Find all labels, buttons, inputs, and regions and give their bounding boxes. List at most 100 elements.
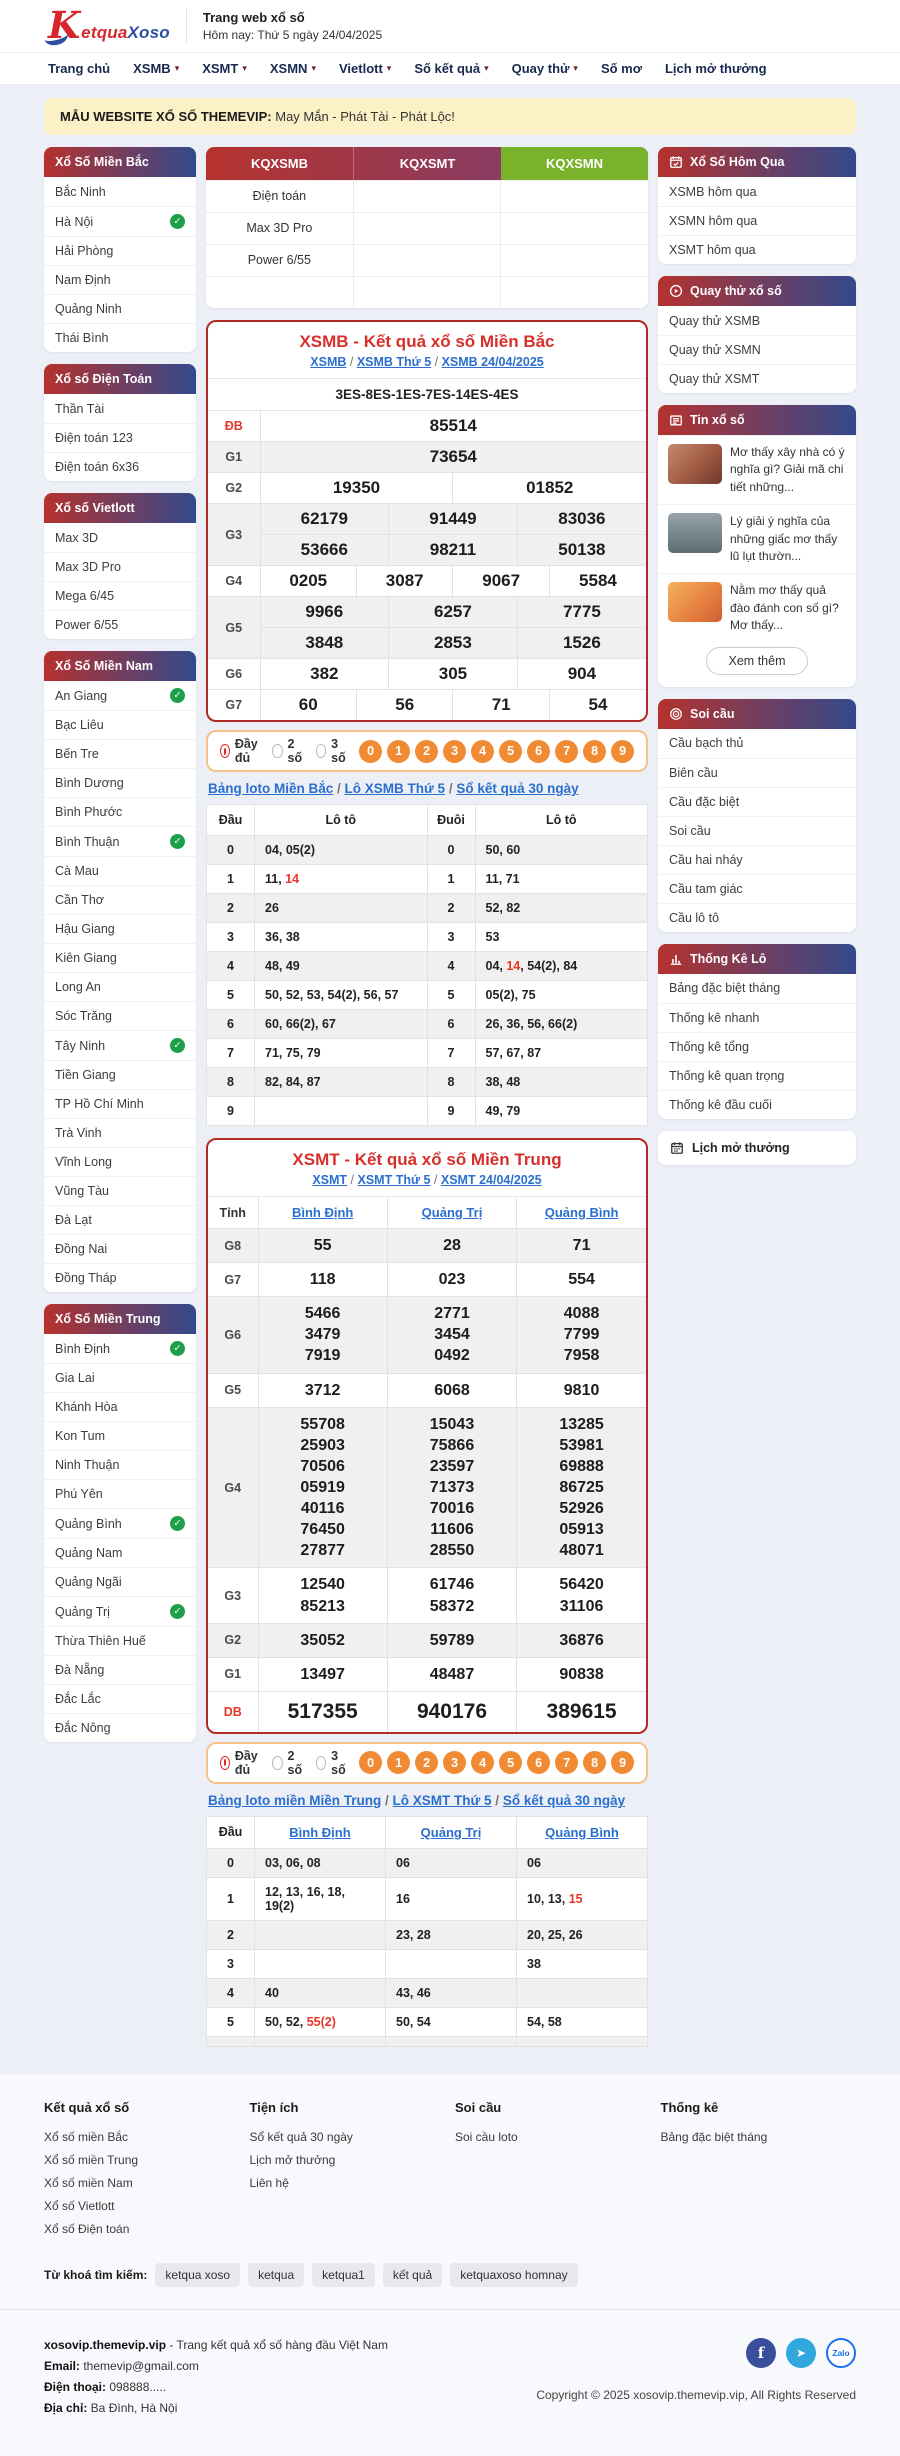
telegram-icon[interactable]: ➤ — [786, 2338, 816, 2368]
breadcrumb-link[interactable]: XSMB Thứ 5 — [357, 355, 431, 369]
radio-button[interactable] — [316, 1756, 327, 1770]
sidebar-item[interactable]: Quảng Bình✓ — [44, 1508, 196, 1538]
sidebar-item[interactable]: Mega 6/45 — [44, 581, 196, 610]
digit-button-1[interactable]: 1 — [387, 740, 410, 763]
sidebar-item[interactable]: Vĩnh Long — [44, 1147, 196, 1176]
digit-button-9[interactable]: 9 — [611, 1751, 634, 1774]
breadcrumb-link[interactable]: XSMB 24/04/2025 — [442, 355, 544, 369]
calendar-card[interactable]: Lịch mở thưởng — [658, 1131, 856, 1165]
filter-option[interactable]: 3 số — [316, 737, 350, 765]
digit-button-8[interactable]: 8 — [583, 740, 606, 763]
sidebar-item[interactable]: Đà Nẵng — [44, 1655, 196, 1684]
breadcrumb-link[interactable]: XSMT — [312, 1173, 347, 1187]
digit-button-5[interactable]: 5 — [499, 1751, 522, 1774]
sidebar-item[interactable]: Cầu tam giác — [658, 874, 856, 903]
sidebar-item[interactable]: Quay thử XSMT — [658, 364, 856, 393]
breadcrumb-link[interactable]: XSMT 24/04/2025 — [441, 1173, 542, 1187]
filter-option[interactable]: 3 số — [316, 1749, 350, 1777]
sidebar-item[interactable]: Điện toán 6x36 — [44, 452, 196, 481]
loto-nav-link[interactable]: Sổ kết quả 30 ngày — [503, 1793, 625, 1808]
sidebar-item[interactable]: XSMT hôm qua — [658, 235, 856, 264]
digit-button-6[interactable]: 6 — [527, 1751, 550, 1774]
news-item[interactable]: Nằm mơ thấy quả đào đánh con số gì? Mơ t… — [658, 573, 856, 642]
sidebar-item[interactable]: Power 6/55 — [44, 610, 196, 639]
footer-link[interactable]: Xổ số miền Bắc — [44, 2130, 240, 2144]
zalo-icon[interactable]: Zalo — [826, 2338, 856, 2368]
breadcrumb-link[interactable]: XSMT Thứ 5 — [358, 1173, 431, 1187]
loto-nav-link[interactable]: Sổ kết quả 30 ngày — [456, 781, 578, 796]
sidebar-item[interactable]: Khánh Hòa — [44, 1392, 196, 1421]
radio-button[interactable] — [272, 1756, 283, 1770]
sidebar-item[interactable]: Cà Mau — [44, 856, 196, 885]
nav-item-6[interactable]: Số kết quả▾ — [414, 61, 488, 76]
keyword-tag[interactable]: ketquaxoso homnay — [450, 2263, 577, 2287]
radio-button[interactable] — [220, 744, 230, 758]
sidebar-item[interactable]: Bình Dương — [44, 768, 196, 797]
facebook-icon[interactable]: f — [746, 2338, 776, 2368]
sidebar-item[interactable]: Trà Vinh — [44, 1118, 196, 1147]
sidebar-item[interactable]: Hải Phòng — [44, 236, 196, 265]
quick-row-label[interactable]: Power 6/55 — [206, 245, 353, 276]
sidebar-item[interactable]: Đắc Lắc — [44, 1684, 196, 1713]
sidebar-item[interactable]: Biên cầu — [658, 758, 856, 787]
footer-link[interactable]: Soi cầu loto — [455, 2130, 651, 2144]
sidebar-item[interactable]: Cầu bạch thủ — [658, 729, 856, 758]
sidebar-item[interactable]: Điện toán 123 — [44, 423, 196, 452]
digit-button-5[interactable]: 5 — [499, 740, 522, 763]
sidebar-item[interactable]: Gia Lai — [44, 1363, 196, 1392]
nav-item-1[interactable]: Trang chủ — [48, 61, 110, 76]
digit-button-1[interactable]: 1 — [387, 1751, 410, 1774]
sidebar-item[interactable]: Đồng Tháp — [44, 1263, 196, 1292]
sidebar-item[interactable]: Bảng đặc biệt tháng — [658, 974, 856, 1003]
sidebar-item[interactable]: Đà Lạt — [44, 1205, 196, 1234]
sidebar-item[interactable]: Bắc Ninh — [44, 177, 196, 206]
footer-link[interactable]: Xổ số miền Nam — [44, 2176, 240, 2190]
nav-item-7[interactable]: Quay thử▾ — [512, 61, 578, 76]
nav-item-5[interactable]: Vietlott▾ — [339, 61, 391, 76]
province-link[interactable]: Quảng Bình — [545, 1205, 619, 1220]
sidebar-item[interactable]: XSMN hôm qua — [658, 206, 856, 235]
radio-button[interactable] — [220, 1756, 230, 1770]
sidebar-item[interactable]: Hà Nội✓ — [44, 206, 196, 236]
digit-button-4[interactable]: 4 — [471, 1751, 494, 1774]
sidebar-item[interactable]: Tiền Giang — [44, 1060, 196, 1089]
news-item[interactable]: Lý giải ý nghĩa của những giấc mơ thấy l… — [658, 504, 856, 573]
sidebar-item[interactable]: Sóc Trăng — [44, 1001, 196, 1030]
digit-button-3[interactable]: 3 — [443, 740, 466, 763]
nav-item-9[interactable]: Lịch mở thưởng — [665, 61, 767, 76]
sidebar-item[interactable]: Quay thử XSMN — [658, 335, 856, 364]
loto-nav-link[interactable]: Bảng loto miền Miền Trung — [208, 1793, 381, 1808]
sidebar-item[interactable]: Bình Phước — [44, 797, 196, 826]
loto-nav-link[interactable]: Lô XSMB Thứ 5 — [345, 781, 446, 796]
keyword-tag[interactable]: ketqua — [248, 2263, 304, 2287]
digit-button-4[interactable]: 4 — [471, 740, 494, 763]
loto-nav-link[interactable]: Lô XSMT Thứ 5 — [393, 1793, 492, 1808]
nav-item-4[interactable]: XSMN▾ — [270, 61, 316, 76]
sidebar-item[interactable]: Cầu đặc biệt — [658, 787, 856, 816]
sidebar-item[interactable]: Max 3D Pro — [44, 552, 196, 581]
sidebar-item[interactable]: Quảng Ninh — [44, 294, 196, 323]
tab-kqxsmt[interactable]: KQXSMT — [353, 147, 501, 180]
footer-link[interactable]: Xổ số Vietlott — [44, 2199, 240, 2213]
sidebar-item[interactable]: Soi cầu — [658, 816, 856, 845]
digit-button-0[interactable]: 0 — [359, 1751, 382, 1774]
sidebar-item[interactable]: Hậu Giang — [44, 914, 196, 943]
province-link[interactable]: Bình Định — [292, 1205, 353, 1220]
digit-button-6[interactable]: 6 — [527, 740, 550, 763]
footer-link[interactable]: Xổ số Điện toán — [44, 2222, 240, 2236]
footer-link[interactable]: Bảng đặc biệt tháng — [661, 2130, 857, 2144]
sidebar-item[interactable]: Quảng Trị✓ — [44, 1596, 196, 1626]
tab-kqxsmn[interactable]: KQXSMN — [501, 147, 648, 180]
sidebar-item[interactable]: Thống kê đầu cuối — [658, 1090, 856, 1119]
tab-kqxsmb[interactable]: KQXSMB — [206, 147, 353, 180]
sidebar-item[interactable]: Phú Yên — [44, 1479, 196, 1508]
nav-item-2[interactable]: XSMB▾ — [133, 61, 179, 76]
province-link[interactable]: Quảng Bình — [545, 1825, 619, 1840]
province-link[interactable]: Bình Định — [289, 1825, 350, 1840]
sidebar-item[interactable]: Max 3D — [44, 523, 196, 552]
sidebar-item[interactable]: Vũng Tàu — [44, 1176, 196, 1205]
keyword-tag[interactable]: ketqua1 — [312, 2263, 375, 2287]
sidebar-item[interactable]: Thống kê tổng — [658, 1032, 856, 1061]
sidebar-item[interactable]: Thần Tài — [44, 394, 196, 423]
province-link[interactable]: Quảng Trị — [422, 1205, 483, 1220]
